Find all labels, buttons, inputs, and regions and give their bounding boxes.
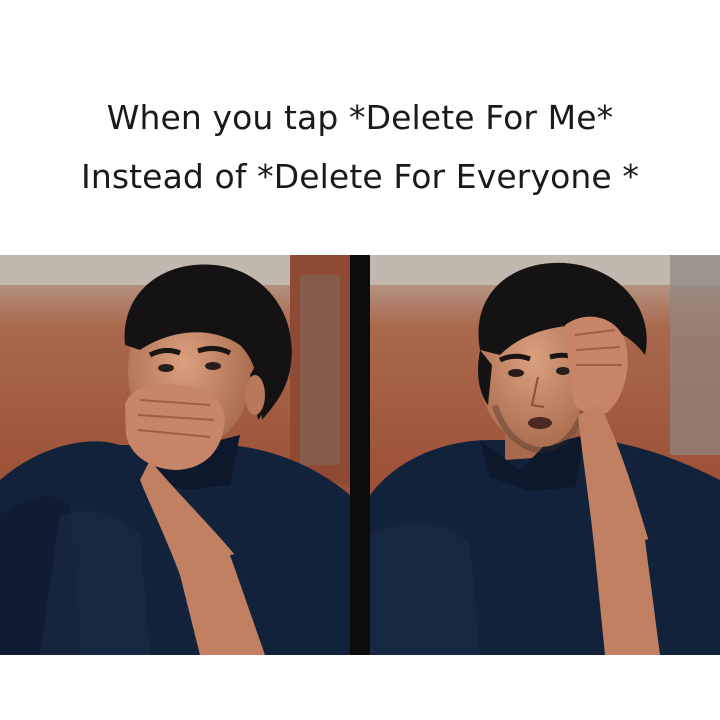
panel-divider <box>350 255 370 655</box>
caption-line-1: When you tap *Delete For Me* <box>106 98 614 137</box>
photo-man-hand-on-forehead <box>370 255 720 655</box>
caption-line-2: Instead of *Delete For Everyone * <box>81 157 639 196</box>
photo-panels <box>0 255 720 655</box>
meme-caption: When you tap *Delete For Me* Instead of … <box>0 88 720 206</box>
photo-man-covering-mouth <box>0 255 350 655</box>
photo-panel-facepalm <box>370 255 720 655</box>
photo-panel-shocked <box>0 255 350 655</box>
meme-image: When you tap *Delete For Me* Instead of … <box>0 0 720 720</box>
